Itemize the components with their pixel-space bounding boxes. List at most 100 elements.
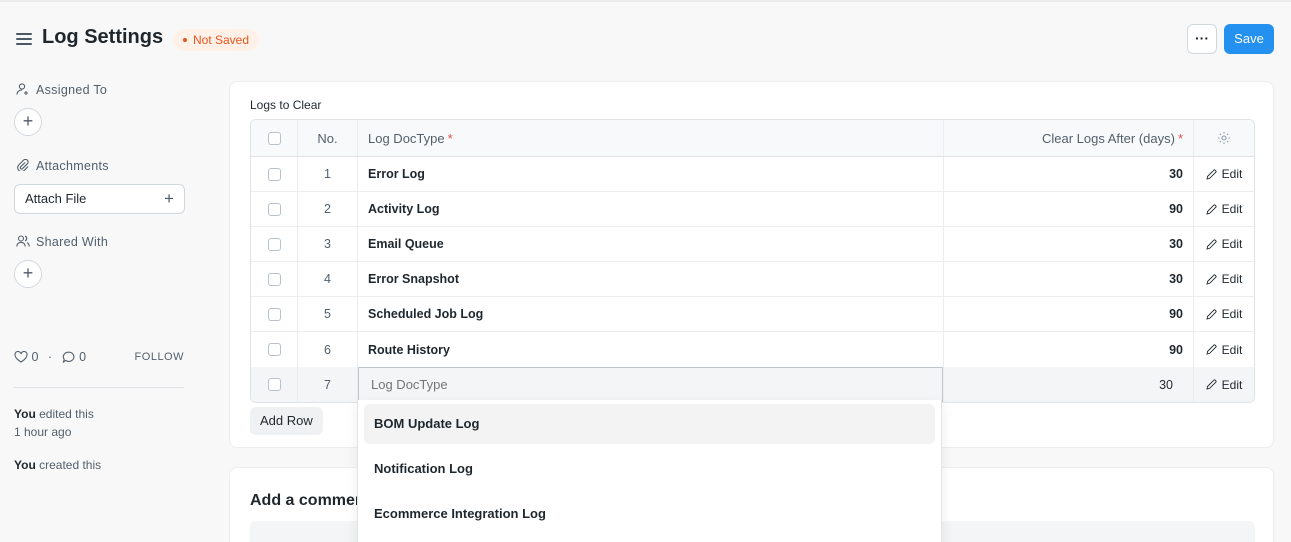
table-row[interactable]: 6 Route History 90 Edit: [251, 332, 1254, 367]
row-checkbox[interactable]: [267, 202, 281, 216]
attach-file-label: Attach File: [25, 191, 87, 206]
more-actions-button[interactable]: ···: [1187, 24, 1217, 54]
log-doctype-input[interactable]: [358, 367, 943, 402]
activity-item: You edited this 1 hour ago: [14, 405, 186, 441]
row-checkbox[interactable]: [267, 343, 281, 356]
edit-row-button[interactable]: Edit: [1194, 332, 1254, 367]
assigned-to-text: Assigned To: [36, 83, 108, 97]
row-no: 5: [298, 297, 358, 331]
add-assignee-button[interactable]: +: [14, 108, 42, 136]
header-days-text: Clear Logs After (days): [1041, 130, 1175, 146]
row-doctype[interactable]: Activity Log: [358, 192, 944, 226]
page-header: Log Settings Not Saved ··· Save: [0, 20, 1291, 60]
separator-dot: ·: [47, 350, 53, 364]
row-days[interactable]: 30: [944, 157, 1194, 191]
add-share-button[interactable]: +: [14, 260, 42, 288]
activity-time: 1 hour ago: [14, 425, 72, 439]
paperclip-icon: [17, 159, 29, 171]
row-doctype[interactable]: Error Log: [358, 157, 944, 191]
select-all-checkbox[interactable]: [267, 131, 281, 145]
row-days[interactable]: 90: [944, 297, 1194, 331]
dropdown-option[interactable]: Ecommerce Integration Log: [364, 494, 935, 534]
follow-button[interactable]: FOLLOW: [135, 351, 184, 363]
column-settings-cell: [1194, 120, 1254, 156]
activity-action: created this: [35, 458, 102, 472]
pencil-icon: [1206, 379, 1217, 390]
pencil-icon: [1206, 273, 1217, 285]
status-badge: Not Saved: [173, 29, 260, 51]
shared-with-label: Shared With: [16, 235, 108, 249]
page-title: Log Settings: [42, 26, 164, 48]
edit-label: Edit: [1221, 272, 1243, 286]
row-doctype[interactable]: Route History: [358, 332, 944, 367]
required-mark: *: [447, 130, 453, 146]
row-check-cell: [251, 192, 298, 226]
row-check-cell: [251, 227, 298, 261]
table-label: Logs to Clear: [250, 98, 322, 112]
comment-title: Add a comment: [250, 492, 371, 509]
row-checkbox[interactable]: [267, 167, 281, 181]
row-doctype[interactable]: Scheduled Job Log: [358, 297, 944, 331]
table-header-row: No. Log DocType * Clear Logs After (days)…: [251, 120, 1254, 157]
row-days[interactable]: 30: [944, 262, 1194, 296]
edit-row-button[interactable]: Edit: [1194, 367, 1254, 402]
row-doctype[interactable]: Email Queue: [358, 227, 944, 261]
likes-comments-bar: 0 · 0 FOLLOW: [14, 350, 184, 366]
save-button[interactable]: Save: [1224, 24, 1274, 54]
row-checkbox[interactable]: [267, 378, 281, 391]
pencil-icon: [1206, 238, 1217, 250]
add-row-button[interactable]: Add Row: [250, 407, 323, 435]
pencil-icon: [1206, 344, 1217, 355]
edit-row-button[interactable]: Edit: [1194, 297, 1254, 331]
required-mark: *: [1177, 130, 1183, 146]
sidebar-divider: [14, 387, 184, 388]
table-row[interactable]: 4 Error Snapshot 30 Edit: [251, 262, 1254, 297]
attachments-label: Attachments: [16, 159, 109, 173]
top-border: [0, 0, 1291, 2]
edit-row-button[interactable]: Edit: [1194, 192, 1254, 226]
row-checkbox[interactable]: [267, 237, 281, 251]
table-row[interactable]: 5 Scheduled Job Log 90 Edit: [251, 297, 1254, 332]
row-doctype[interactable]: Error Snapshot: [358, 262, 944, 296]
gear-icon[interactable]: [1217, 131, 1231, 145]
likes-count: 0: [31, 350, 39, 364]
activity-item: You created this: [14, 456, 186, 474]
logs-table: No. Log DocType * Clear Logs After (days)…: [250, 119, 1255, 403]
attachments-text: Attachments: [36, 159, 109, 173]
header-doctype-text: Log DocType: [368, 130, 445, 146]
row-check-cell: [251, 332, 298, 367]
table-row[interactable]: 3 Email Queue 30 Edit: [251, 227, 1254, 262]
row-checkbox[interactable]: [267, 272, 281, 286]
activity-user: You: [14, 407, 36, 421]
doctype-autocomplete-dropdown: BOM Update Log Notification Log Ecommerc…: [357, 400, 942, 542]
edit-row-button[interactable]: Edit: [1194, 262, 1254, 296]
row-days[interactable]: 30: [944, 227, 1194, 261]
table-row[interactable]: 2 Activity Log 90 Edit: [251, 192, 1254, 227]
dropdown-option[interactable]: Notification Log: [364, 449, 935, 489]
assigned-to-label: Assigned To: [16, 83, 107, 97]
logs-to-clear-section: Logs to Clear No. Log DocType * Clear Log…: [229, 81, 1274, 448]
row-no: 7: [298, 367, 358, 402]
pencil-icon: [1206, 168, 1217, 180]
row-days[interactable]: 90: [944, 192, 1194, 226]
edit-row-button[interactable]: Edit: [1194, 227, 1254, 261]
edit-label: Edit: [1221, 307, 1243, 321]
table-row[interactable]: 1 Error Log 30 Edit: [251, 157, 1254, 192]
heart-icon[interactable]: [14, 350, 28, 366]
header-days: Clear Logs After (days) *: [944, 120, 1194, 156]
row-checkbox[interactable]: [267, 307, 281, 321]
row-days[interactable]: 30: [944, 367, 1194, 402]
edit-label: Edit: [1221, 167, 1243, 181]
edit-row-button[interactable]: Edit: [1194, 157, 1254, 191]
hamburger-menu-icon[interactable]: [16, 33, 32, 45]
comment-icon[interactable]: [62, 351, 76, 366]
dropdown-option[interactable]: BOM Update Log: [364, 404, 935, 444]
edit-label: Edit: [1221, 202, 1243, 216]
header-doctype: Log DocType *: [358, 120, 944, 156]
shared-with-text: Shared With: [36, 235, 109, 249]
row-days[interactable]: 90: [944, 332, 1194, 367]
row-check-cell: [251, 367, 298, 402]
attach-file-button[interactable]: Attach File +: [14, 184, 185, 214]
comments-count: 0: [79, 350, 87, 364]
edit-label: Edit: [1221, 237, 1243, 251]
